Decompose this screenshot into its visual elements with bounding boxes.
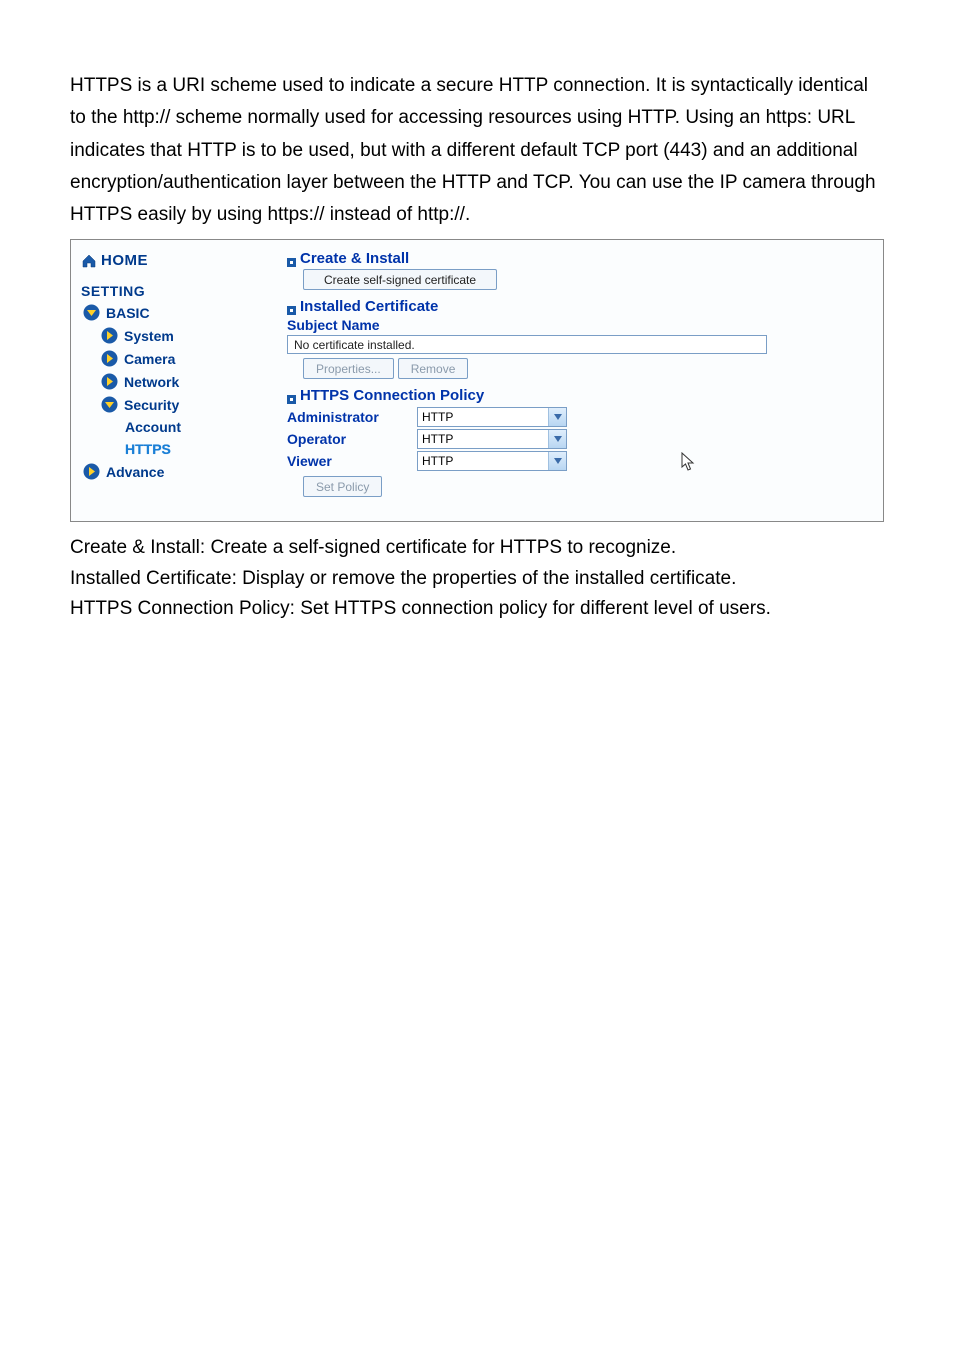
admin-label: Administrator [287,409,417,425]
sidebar-item-camera[interactable]: Camera [79,347,281,370]
home-label: HOME [101,252,148,269]
policy-row-viewer: Viewer HTTP [287,450,871,472]
remove-button[interactable]: Remove [398,358,469,379]
basic-label: BASIC [106,305,150,321]
create-install-heading: Create & Install [287,250,871,267]
create-install-title: Create & Install [300,250,409,267]
security-label: Security [124,397,179,413]
properties-button[interactable]: Properties... [303,358,394,379]
note-policy: HTTPS Connection Policy: Set HTTPS conne… [70,595,884,624]
chevron-down-icon [548,430,566,448]
bullet-icon [287,254,296,263]
operator-select-value: HTTP [422,432,453,446]
sidebar: HOME SETTING BASIC System Camera [71,240,281,521]
sidebar-item-system[interactable]: System [79,324,281,347]
system-label: System [124,328,174,344]
policy-row-admin: Administrator HTTP [287,406,871,428]
viewer-select-value: HTTP [422,454,453,468]
admin-select-value: HTTP [422,410,453,424]
sidebar-item-home[interactable]: HOME [79,248,281,279]
sidebar-item-advance[interactable]: Advance [79,460,281,483]
installed-cert-heading: Installed Certificate [287,298,871,315]
subject-name-label: Subject Name [287,317,871,333]
policy-row-operator: Operator HTTP [287,428,871,450]
account-label: Account [125,419,181,435]
content-panel: Create & Install Create self-signed cert… [281,240,883,521]
advance-label: Advance [106,464,164,480]
https-label: HTTPS [125,441,171,457]
setting-heading: SETTING [79,279,281,301]
operator-select[interactable]: HTTP [417,429,567,449]
chevron-right-icon [101,350,118,367]
network-label: Network [124,374,179,390]
sidebar-item-account[interactable]: Account [79,416,281,438]
chevron-down-icon [548,408,566,426]
chevron-right-icon [101,327,118,344]
chevron-right-icon [101,373,118,390]
intro-paragraph: HTTPS is a URI scheme used to indicate a… [70,70,884,231]
create-certificate-button[interactable]: Create self-signed certificate [303,269,497,290]
app-window: HOME SETTING BASIC System Camera [70,239,884,522]
policy-title: HTTPS Connection Policy [300,387,484,404]
bullet-icon [287,302,296,311]
chevron-down-icon [548,452,566,470]
viewer-label: Viewer [287,453,417,469]
viewer-select[interactable]: HTTP [417,451,567,471]
policy-grid: Administrator HTTP Operator HTTP [287,406,871,472]
set-policy-button[interactable]: Set Policy [303,476,382,497]
sidebar-item-network[interactable]: Network [79,370,281,393]
policy-heading: HTTPS Connection Policy [287,387,871,404]
cursor-icon [681,452,697,477]
operator-label: Operator [287,431,417,447]
sidebar-item-https[interactable]: HTTPS [79,438,281,460]
chevron-down-icon [101,396,118,413]
note-installed-cert: Installed Certificate: Display or remove… [70,565,884,594]
sidebar-item-basic[interactable]: BASIC [79,301,281,324]
bullet-icon [287,391,296,400]
certificate-value: No certificate installed. [287,335,767,354]
note-create-install: Create & Install: Create a self-signed c… [70,534,884,563]
sidebar-item-security[interactable]: Security [79,393,281,416]
admin-select[interactable]: HTTP [417,407,567,427]
chevron-down-icon [83,304,100,321]
camera-label: Camera [124,351,175,367]
installed-cert-title: Installed Certificate [300,298,438,315]
home-icon [81,254,97,268]
chevron-right-icon [83,463,100,480]
